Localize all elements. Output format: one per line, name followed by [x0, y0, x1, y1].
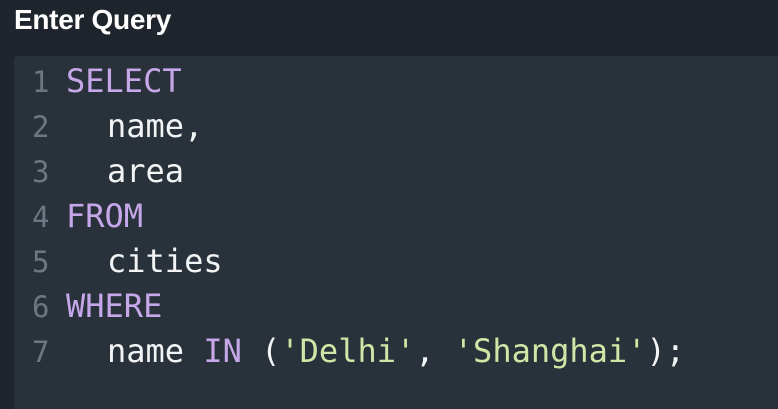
code-line[interactable]: 1 SELECT [14, 59, 685, 104]
sql-identifier: area [107, 152, 185, 190]
sql-punctuation: , [415, 332, 435, 370]
line-number: 2 [32, 110, 50, 144]
code-line[interactable]: 7 name IN ( 'Delhi' , 'Shanghai' ); [14, 329, 685, 374]
sql-identifier: name [107, 107, 185, 145]
line-number: 6 [32, 290, 50, 324]
line-number: 7 [32, 335, 50, 369]
code-line[interactable]: 3 area [14, 149, 685, 194]
line-number: 1 [32, 65, 50, 99]
line-number: 4 [32, 200, 50, 234]
line-number: 5 [32, 245, 50, 279]
sql-punctuation: ( [261, 332, 281, 370]
sql-keyword: SELECT [66, 62, 182, 100]
query-panel: Enter Query 1 SELECT 2 name , 3 area 4 F… [0, 0, 778, 409]
line-number: 3 [32, 155, 50, 189]
sql-punctuation: , [184, 107, 204, 145]
sql-keyword: WHERE [66, 287, 163, 325]
sql-punctuation: ); [646, 332, 685, 370]
sql-keyword: FROM [66, 197, 144, 235]
sql-editor[interactable]: 1 SELECT 2 name , 3 area 4 FROM 5 cities… [14, 56, 778, 409]
code-line[interactable]: 6 WHERE [14, 284, 685, 329]
sql-identifier: name [107, 332, 185, 370]
code-line[interactable]: 5 cities [14, 239, 685, 284]
panel-title: Enter Query [14, 4, 171, 35]
panel-header: Enter Query [0, 0, 778, 50]
sql-string: 'Delhi' [280, 332, 416, 370]
sql-identifier: cities [107, 242, 223, 280]
code-line[interactable]: 2 name , [14, 104, 685, 149]
code-line[interactable]: 4 FROM [14, 194, 685, 239]
sql-keyword: IN [203, 332, 242, 370]
code-lines: 1 SELECT 2 name , 3 area 4 FROM 5 cities… [14, 59, 685, 374]
sql-string: 'Shanghai' [453, 332, 647, 370]
